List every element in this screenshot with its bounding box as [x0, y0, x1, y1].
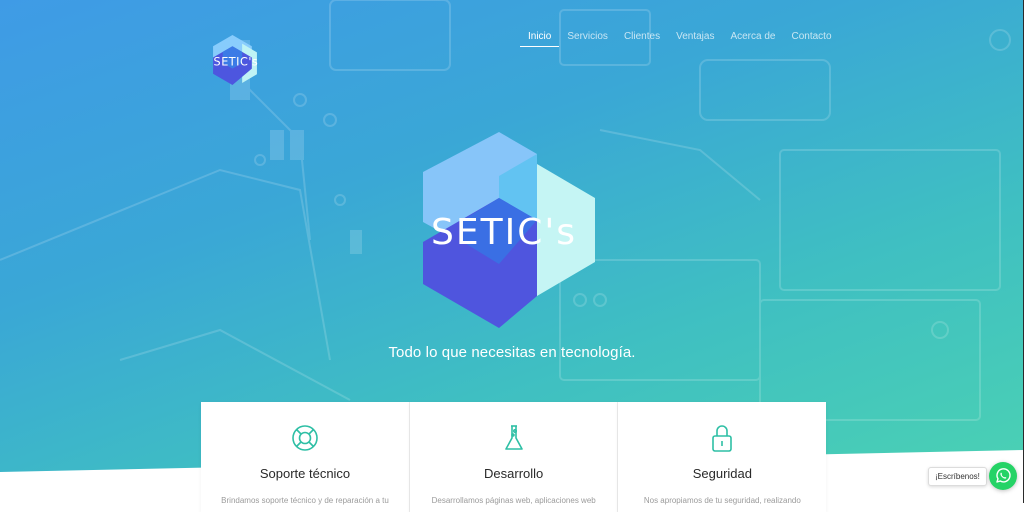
nav-item-ventajas[interactable]: Ventajas — [668, 30, 722, 44]
lifebuoy-icon — [292, 425, 318, 451]
service-title: Soporte técnico — [259, 466, 351, 481]
main-nav: Inicio Servicios Clientes Ventajas Acerc… — [520, 30, 840, 47]
brand-logo-text: SETIC's — [431, 212, 577, 253]
lock-icon — [712, 425, 733, 452]
hero-tagline: Todo lo que necesitas en tecnología. — [388, 344, 636, 361]
nav-item-inicio[interactable]: Inicio — [520, 30, 560, 47]
service-title: Desarrollo — [484, 466, 544, 481]
whatsapp-button[interactable] — [989, 462, 1017, 490]
nav-item-contacto[interactable]: Contacto — [783, 30, 839, 44]
nav-item-acerca-de[interactable]: Acerca de — [722, 30, 783, 44]
nav-item-clientes[interactable]: Clientes — [616, 30, 668, 44]
chat-label[interactable]: ¡Escríbenos! — [928, 467, 987, 486]
service-description: Nos apropiamos de tu seguridad, realizan… — [643, 496, 801, 505]
service-description: Desarrollamos páginas web, aplicaciones … — [431, 496, 596, 505]
brand-logo-large: SETIC's — [423, 132, 595, 328]
service-card-seguridad[interactable]: Seguridad Nos apropiamos de tu seguridad… — [618, 402, 827, 512]
brand-logo-small[interactable]: SETIC's — [212, 35, 258, 85]
brand-logo-text-small: SETIC's — [214, 56, 258, 69]
whatsapp-icon — [996, 468, 1011, 483]
service-card-soporte[interactable]: Soporte técnico Brindamos soporte técnic… — [201, 402, 410, 512]
nav-item-servicios[interactable]: Servicios — [559, 30, 616, 44]
flask-icon — [504, 425, 523, 450]
services-cards: Soporte técnico Brindamos soporte técnic… — [201, 402, 827, 512]
service-card-desarrollo[interactable]: Desarrollo Desarrollamos páginas web, ap… — [409, 402, 619, 512]
service-description: Brindamos soporte técnico y de reparació… — [221, 496, 389, 505]
service-title: Seguridad — [692, 466, 752, 481]
